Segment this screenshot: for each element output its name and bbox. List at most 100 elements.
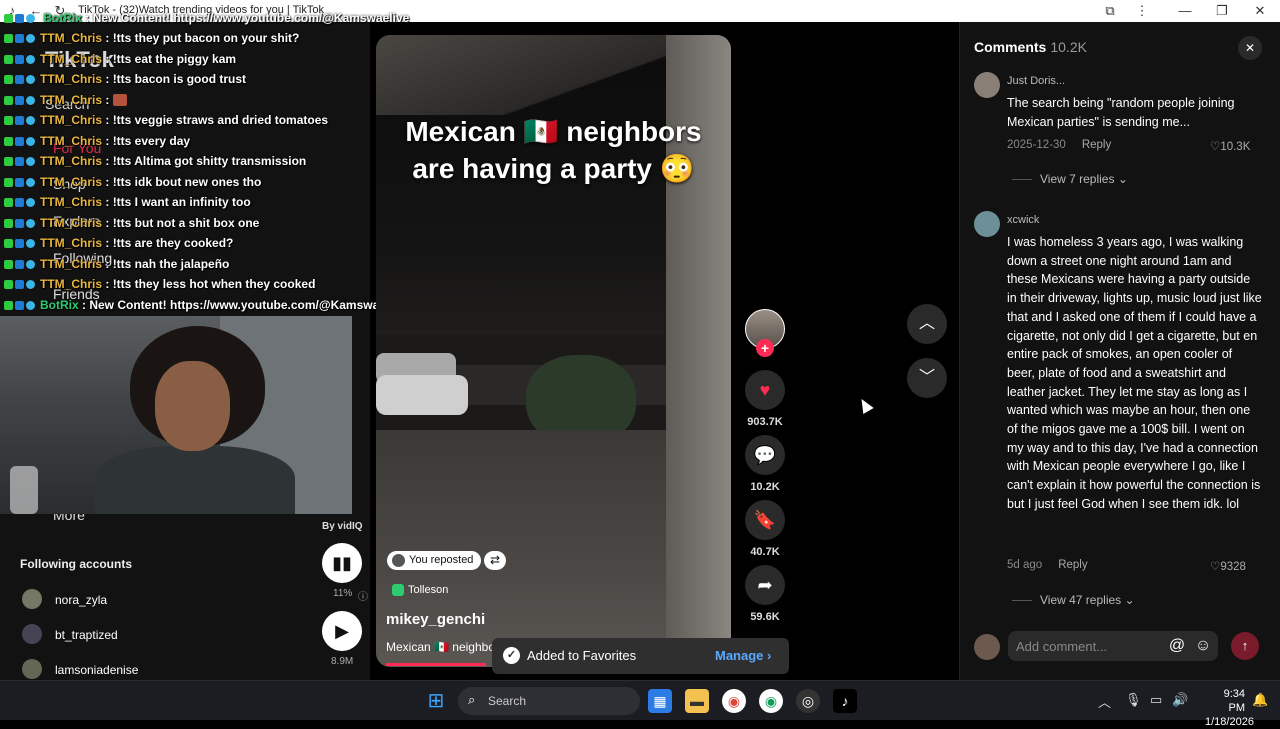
send-comment-button[interactable]: ↑ [1231,632,1259,660]
more-menu-icon[interactable]: ⋮ [1134,3,1150,19]
emoji-icon[interactable]: ☺ [1192,635,1214,657]
comment-button[interactable]: 💬 [745,435,785,475]
account-name: lamsoniadenise [55,663,139,677]
chrome-profile-icon[interactable]: ◉ [759,689,783,713]
chat-line: TTM_Chris : !tts nah the jalapeño [4,257,229,275]
chat-message: New Content! https://www.youtube.com/@Ka… [92,11,410,25]
account-name: bt_traptized [55,628,118,642]
play-icon: ▶ [335,621,349,641]
chrome-icon[interactable]: ◉ [722,689,746,713]
video-progress-bar[interactable] [386,663,486,666]
info-icon[interactable]: ⓘ [358,588,368,603]
microphone-icon[interactable]: 🎙 [1125,692,1142,708]
manage-link[interactable]: Manage › [715,648,771,663]
avatar[interactable] [974,211,1000,237]
chat-line: TTM_Chris : !tts I want an infinity too [4,195,251,213]
chat-line: TTM_Chris : !tts they put bacon on your … [4,31,299,49]
play-button[interactable]: ▶ [322,611,362,651]
chat-username: TTM_Chris [40,236,103,250]
chat-line: TTM_Chris : !tts veggie straws and dried… [4,113,328,131]
chat-username: TTM_Chris [40,92,103,107]
like-count: 903.7K [747,416,783,428]
vidiq-percent: 11% [333,588,353,599]
taskbar-search-input[interactable] [488,693,628,709]
close-window-button[interactable]: ✕ [1245,2,1275,20]
reply-button[interactable]: Reply [1082,139,1111,151]
maximize-button[interactable]: ❐ [1207,2,1237,20]
location-tag[interactable]: Tolleson [392,584,448,597]
add-comment-input[interactable] [1016,636,1166,656]
comment-meta: 2025-12-30 Reply [1007,139,1111,151]
network-icon[interactable]: ▭ [1150,692,1162,708]
comment-username[interactable]: Just Doris... [1007,75,1065,87]
volume-icon[interactable]: 🔊 [1172,692,1188,708]
chat-message: New Content! https://www.youtube.com/@Ka… [89,297,406,312]
chat-message: !tts but not a shit box one [112,215,260,230]
share-count: 59.6K [750,611,780,623]
comment-meta: 5d ago Reply [1007,559,1088,571]
search-icon: ⌕ [468,692,476,707]
windows-start-icon[interactable]: ⊞ [424,689,448,713]
chat-username: BotRix [40,297,79,312]
chat-message: !tts are they cooked? [112,236,234,250]
video-player[interactable]: Mexican 🇲🇽 neighbors are having a party … [376,35,731,667]
chat-username: TTM_Chris [40,154,103,168]
chat-username: TTM_Chris [40,133,103,148]
previous-video-button[interactable]: ︿ [907,304,947,344]
add-comment-box[interactable]: @ ☺ [1008,631,1218,661]
save-count: 40.7K [750,546,780,558]
chat-line: TTM_Chris : !tts eat the piggy kam [4,52,236,70]
close-comments-button[interactable]: ✕ [1238,36,1262,60]
heart-icon: ♥ [759,380,771,400]
save-button[interactable]: 🔖 [745,500,785,540]
date: 1/18/2026 [1205,716,1254,728]
chat-message: !tts idk bout new ones tho [112,174,262,189]
chat-username: TTM_Chris [40,31,103,45]
chat-username: BotRix [43,11,83,25]
minimize-button[interactable]: — [1170,2,1200,20]
notification-icon[interactable]: 🔔 [1252,692,1268,708]
heart-outline-icon: ♡ [1210,561,1221,573]
file-explorer-icon[interactable]: ▬ [685,689,709,713]
chevron-up-icon[interactable]: ︿ [1098,692,1111,711]
like-button[interactable]: ♥ [745,370,785,410]
video-author[interactable]: mikey_genchi [386,611,485,628]
next-video-button[interactable]: ﹀ [907,358,947,398]
chat-username: TTM_Chris [40,113,103,127]
view-replies-button[interactable]: View 47 replies ⌄ [1012,593,1135,607]
caption-line: Mexican 🇲🇽 neighbors [405,116,702,147]
follow-plus-icon[interactable]: + [756,339,774,357]
mouse-cursor-icon [856,395,874,415]
avatar[interactable] [974,72,1000,98]
chat-message: !tts bacon is good trust [112,72,247,86]
chat-username: TTM_Chris [40,51,103,66]
comment-like[interactable]: ♡10.3K [1210,139,1250,153]
windows-taskbar: ⊞ ⌕ ▦ ▬ ◉ ◉ ◎ ♪ ︿ 🎙 ▭ 🔊 9:34 PM 1/18/202… [0,680,1280,728]
time: 9:34 PM [1223,688,1245,714]
comment-like[interactable]: ♡9328 [1210,559,1246,573]
repost-badge[interactable]: You reposted [387,551,482,570]
reply-button[interactable]: Reply [1058,559,1087,571]
tiktok-app-icon[interactable]: ♪ [833,689,857,713]
mention-icon[interactable]: @ [1166,635,1188,657]
chat-line: TTM_Chris : !tts every day [4,134,190,152]
comment-text: I was homeless 3 years ago, I was walkin… [1007,235,1262,511]
comment-username[interactable]: xcwick [1007,214,1039,226]
extensions-icon[interactable]: ⧉ [1102,3,1118,19]
share-button[interactable]: ➦ [745,565,785,605]
repost-label: You reposted [409,554,474,566]
comments-panel: Comments 10.2K ✕ Just Doris... The search… [959,22,1280,680]
repost-icon[interactable]: ⇄ [484,551,506,570]
taskbar-search[interactable]: ⌕ [458,687,640,715]
chat-username: TTM_Chris [40,174,103,189]
following-accounts-title: Following accounts [20,557,133,571]
view-replies-button[interactable]: View 7 replies ⌄ [1012,172,1128,186]
vidiq-stats-button[interactable]: ▮▮ [322,543,362,583]
chat-message: !tts every day [112,133,191,148]
obs-icon[interactable]: ◎ [796,689,820,713]
comment-date: 2025-12-30 [1007,139,1066,151]
clock[interactable]: 9:34 PM 1/18/2026 [1205,687,1254,729]
store-icon[interactable]: ▦ [648,689,672,713]
comment-count: 10.2K [750,481,780,493]
vidiq-views: 8.9M [331,656,354,667]
